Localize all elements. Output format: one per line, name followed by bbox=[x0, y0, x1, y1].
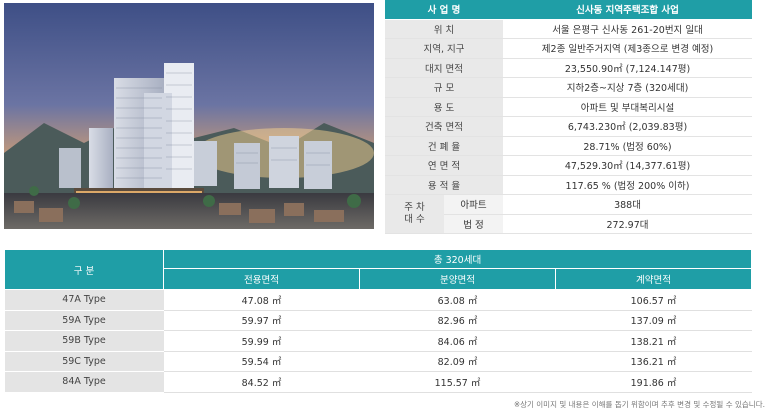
exclusive-area-cell: 84.52 ㎡ bbox=[163, 371, 360, 393]
parking-label-line1: 주 차 bbox=[404, 202, 425, 213]
table-row: 59A Type 59.97 ㎡ 82.96 ㎡ 137.09 ㎡ bbox=[4, 310, 752, 331]
project-name-row: 사 업 명 신사동 지역주택조합 사업 bbox=[385, 0, 752, 20]
parking-sub-label: 법 정 bbox=[444, 214, 503, 234]
parking-value: 272.97대 bbox=[503, 214, 752, 234]
table-row: 47A Type 47.08 ㎡ 63.08 ㎡ 106.57 ㎡ bbox=[4, 289, 752, 311]
info-value: 아파트 및 부대복리시설 bbox=[503, 97, 752, 117]
info-value: 6,743.230㎡ (2,039.83평) bbox=[503, 116, 752, 137]
contract-area-cell: 106.57 ㎡ bbox=[555, 289, 752, 311]
info-row-zoning: 지역, 지구 제2종 일반주거지역 (제3종으로 변경 예정) bbox=[385, 38, 752, 59]
exclusive-area-cell: 59.99 ㎡ bbox=[163, 330, 360, 352]
info-value: 제2종 일반주거지역 (제3종으로 변경 예정) bbox=[503, 38, 752, 59]
parking-label: 주 차 대 수 bbox=[385, 194, 444, 234]
disclaimer-footnote: ※상기 이미지 및 내용은 이해를 돕기 위함이며 추후 변경 및 수정될 수 … bbox=[513, 400, 765, 409]
info-label: 용 도 bbox=[385, 97, 503, 117]
info-row-parking-apartment: 주 차 대 수 아파트 388대 bbox=[385, 194, 752, 234]
info-label: 대지 면적 bbox=[385, 58, 503, 78]
info-row-floor-area: 연 면 적 47,529.30㎡ (14,377.61평) bbox=[385, 155, 752, 176]
project-name-label: 사 업 명 bbox=[385, 0, 503, 20]
info-value: 117.65 % (법정 200% 이하) bbox=[503, 175, 752, 195]
table-row: 84A Type 84.52 ㎡ 115.57 ㎡ 191.86 ㎡ bbox=[4, 371, 752, 393]
unit-type-cell: 47A Type bbox=[4, 289, 164, 311]
project-name-value: 신사동 지역주택조합 사업 bbox=[503, 0, 752, 20]
info-value: 47,529.30㎡ (14,377.61평) bbox=[503, 155, 752, 176]
info-row-usage: 용 도 아파트 및 부대복리시설 bbox=[385, 97, 752, 117]
parking-value: 388대 bbox=[503, 194, 752, 215]
unit-type-table: 구 분 총 320세대 전용면적 분양면적 계약면적 47A Type 47.0… bbox=[4, 249, 752, 393]
sale-area-cell: 82.96 ㎡ bbox=[359, 310, 556, 331]
info-value: 지하2층~지상 7층 (320세대) bbox=[503, 77, 752, 98]
units-corner-label: 구 분 bbox=[4, 249, 164, 290]
info-row-site-area: 대지 면적 23,550.90㎡ (7,124.147평) bbox=[385, 58, 752, 78]
project-info-table: 사 업 명 신사동 지역주택조합 사업 위 치 서울 은평구 신사동 261-2… bbox=[385, 0, 752, 234]
info-row-scale: 규 모 지하2층~지상 7층 (320세대) bbox=[385, 77, 752, 98]
info-row-coverage-ratio: 건 폐 율 28.71% (법정 60%) bbox=[385, 136, 752, 156]
column-header-sale: 분양면적 bbox=[359, 268, 556, 290]
table-row: 59C Type 59.54 ㎡ 82.09 ㎡ 136.21 ㎡ bbox=[4, 351, 752, 372]
units-total-label: 총 320세대 bbox=[163, 249, 752, 269]
contract-area-cell: 191.86 ㎡ bbox=[555, 371, 752, 393]
column-header-contract: 계약면적 bbox=[555, 268, 752, 290]
exclusive-area-cell: 59.97 ㎡ bbox=[163, 310, 360, 331]
apartment-rendering-image bbox=[4, 3, 374, 229]
table-row: 59B Type 59.99 ㎡ 84.06 ㎡ 138.21 ㎡ bbox=[4, 330, 752, 352]
info-label: 규 모 bbox=[385, 77, 503, 98]
unit-type-cell: 59C Type bbox=[4, 351, 164, 372]
info-label: 연 면 적 bbox=[385, 155, 503, 176]
sale-area-cell: 115.57 ㎡ bbox=[359, 371, 556, 393]
info-value: 23,550.90㎡ (7,124.147평) bbox=[503, 58, 752, 78]
contract-area-cell: 137.09 ㎡ bbox=[555, 310, 752, 331]
info-value: 28.71% (법정 60%) bbox=[503, 136, 752, 156]
units-header-row: 구 분 총 320세대 bbox=[4, 249, 752, 290]
column-header-exclusive: 전용면적 bbox=[163, 268, 360, 290]
exclusive-area-cell: 47.08 ㎡ bbox=[163, 289, 360, 311]
info-label: 건축 면적 bbox=[385, 116, 503, 137]
sale-area-cell: 63.08 ㎡ bbox=[359, 289, 556, 311]
contract-area-cell: 136.21 ㎡ bbox=[555, 351, 752, 372]
info-row-location: 위 치 서울 은평구 신사동 261-20번지 일대 bbox=[385, 19, 752, 39]
info-row-building-area: 건축 면적 6,743.230㎡ (2,039.83평) bbox=[385, 116, 752, 137]
info-label: 건 폐 율 bbox=[385, 136, 503, 156]
info-value: 서울 은평구 신사동 261-20번지 일대 bbox=[503, 19, 752, 39]
parking-label-line2: 대 수 bbox=[404, 214, 425, 225]
sale-area-cell: 84.06 ㎡ bbox=[359, 330, 556, 352]
unit-type-cell: 59A Type bbox=[4, 310, 164, 331]
info-label: 용 적 율 bbox=[385, 175, 503, 195]
unit-type-cell: 84A Type bbox=[4, 371, 164, 393]
exclusive-area-cell: 59.54 ㎡ bbox=[163, 351, 360, 372]
info-row-floor-area-ratio: 용 적 율 117.65 % (법정 200% 이하) bbox=[385, 175, 752, 195]
sale-area-cell: 82.09 ㎡ bbox=[359, 351, 556, 372]
info-label: 지역, 지구 bbox=[385, 38, 503, 59]
info-label: 위 치 bbox=[385, 19, 503, 39]
unit-type-cell: 59B Type bbox=[4, 330, 164, 352]
contract-area-cell: 138.21 ㎡ bbox=[555, 330, 752, 352]
parking-sub-label: 아파트 bbox=[444, 194, 503, 215]
